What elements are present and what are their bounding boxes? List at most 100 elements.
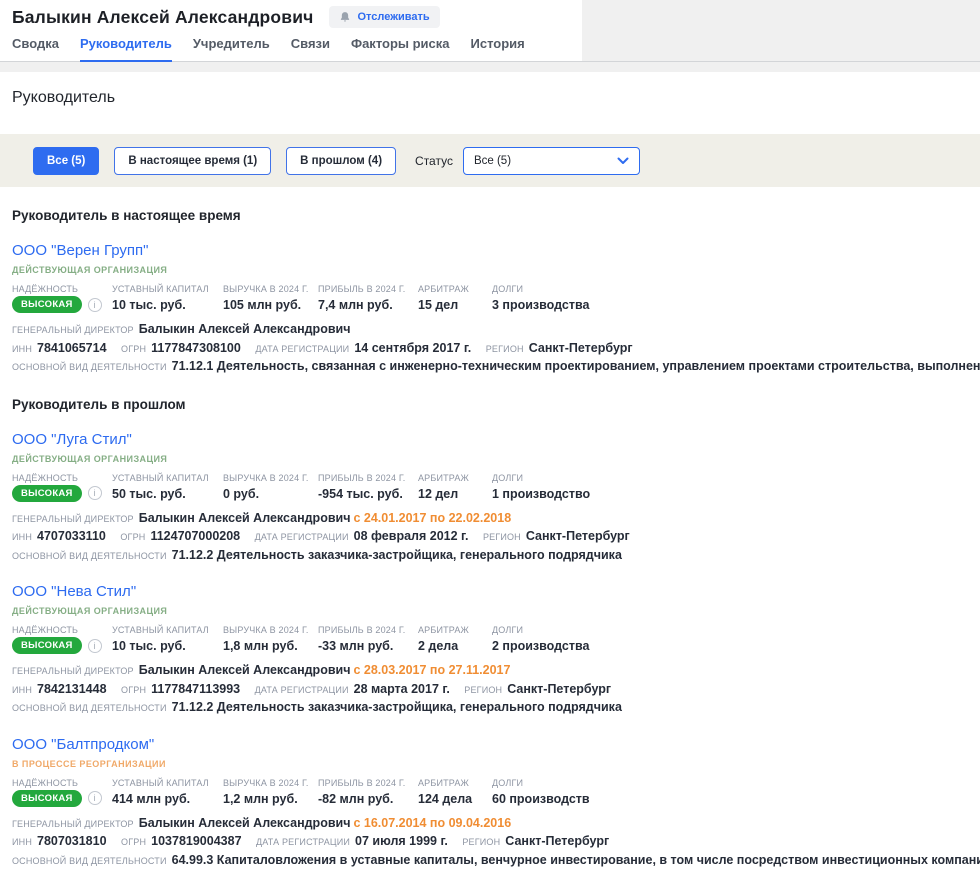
status-filter-label: Статус (415, 154, 453, 168)
region-label: РЕГИОН (483, 532, 521, 542)
stat-label-arbitration: АРБИТРАЖ (418, 473, 484, 483)
bell-icon (339, 11, 351, 23)
director-name: Балыкин Алексей Александрович (139, 511, 351, 525)
info-icon[interactable]: i (88, 298, 102, 312)
tab-rukovoditel[interactable]: Руководитель (80, 36, 172, 62)
filter-all-button[interactable]: Все (5) (33, 147, 99, 175)
person-name: Балыкин Алексей Александрович (12, 7, 313, 28)
tab-uchreditel[interactable]: Учредитель (193, 36, 270, 62)
reliability-badge: ВЫСОКАЯ (12, 296, 82, 313)
stats-row: НАДЁЖНОСТЬ ВЫСОКАЯ i УСТАВНЫЙ КАПИТАЛ50 … (12, 473, 980, 502)
stat-label-capital: УСТАВНЫЙ КАПИТАЛ (112, 473, 215, 483)
activity-row: ОСНОВНОЙ ВИД ДЕЯТЕЛЬНОСТИ71.12.2 Деятель… (12, 700, 980, 717)
main-content: Руководитель Все (5) В настоящее время (… (0, 89, 980, 869)
company-status: В ПРОЦЕССЕ РЕОРГАНИЗАЦИИ (12, 759, 980, 769)
stats-row: НАДЁЖНОСТЬ ВЫСОКАЯ i УСТАВНЫЙ КАПИТАЛ10 … (12, 625, 980, 654)
tab-svodka[interactable]: Сводка (12, 36, 59, 62)
stat-value-revenue: 1,8 млн руб. (223, 639, 310, 653)
stat-value-arbitration: 12 дел (418, 487, 484, 501)
filter-current-button[interactable]: В настоящее время (1) (114, 147, 271, 175)
company-card-neva-stil: ООО "Нева Стил" ДЕЙСТВУЮЩАЯ ОРГАНИЗАЦИЯ … (12, 583, 980, 717)
stat-value-profit: -954 тыс. руб. (318, 487, 410, 501)
stat-value-capital: 10 тыс. руб. (112, 298, 215, 312)
info-icon[interactable]: i (88, 486, 102, 500)
info-icon[interactable]: i (88, 639, 102, 653)
company-name-link[interactable]: ООО "Луга Стил" (12, 431, 132, 448)
reg-date-label: ДАТА РЕГИСТРАЦИИ (255, 685, 349, 695)
director-period: с 16.07.2014 по 09.04.2016 (353, 816, 511, 830)
tab-svyazi[interactable]: Связи (291, 36, 330, 62)
company-card-luga-stil: ООО "Луга Стил" ДЕЙСТВУЮЩАЯ ОРГАНИЗАЦИЯ … (12, 431, 980, 565)
inn-label: ИНН (12, 837, 32, 847)
registry-row: ИНН7841065714 ОГРН1177847308100 ДАТА РЕГ… (12, 341, 980, 358)
status-select[interactable]: Все (5) (463, 147, 640, 175)
sticky-header: Балыкин Алексей Александрович Отслеживат… (0, 0, 980, 62)
company-status: ДЕЙСТВУЮЩАЯ ОРГАНИЗАЦИЯ (12, 454, 980, 464)
section-title-current: Руководитель в настоящее время (12, 208, 968, 223)
ogrn-value: 1177847308100 (151, 341, 241, 355)
stat-value-revenue: 105 млн руб. (223, 298, 310, 312)
reg-date-value: 07 июля 1999 г. (355, 834, 448, 848)
reg-date-label: ДАТА РЕГИСТРАЦИИ (255, 344, 349, 354)
reliability-badge: ВЫСОКАЯ (12, 485, 82, 502)
stat-value-debts: 3 производства (492, 298, 589, 312)
tab-faktory-riska[interactable]: Факторы риска (351, 36, 450, 62)
follow-button[interactable]: Отслеживать (329, 6, 439, 28)
stat-label-capital: УСТАВНЫЙ КАПИТАЛ (112, 284, 215, 294)
region-value: Санкт-Петербург (529, 341, 633, 355)
activity-row: ОСНОВНОЙ ВИД ДЕЯТЕЛЬНОСТИ64.99.3 Капитал… (12, 853, 980, 869)
stat-value-arbitration: 2 дела (418, 639, 484, 653)
ogrn-label: ОГРН (120, 532, 145, 542)
stat-label-revenue: ВЫРУЧКА В 2024 Г. (223, 625, 310, 635)
reg-date-value: 28 марта 2017 г. (354, 682, 450, 696)
director-label: ГЕНЕРАЛЬНЫЙ ДИРЕКТОР (12, 325, 134, 335)
stat-label-debts: ДОЛГИ (492, 778, 590, 788)
activity-row: ОСНОВНОЙ ВИД ДЕЯТЕЛЬНОСТИ 71.12.1 Деятель… (12, 359, 980, 376)
region-value: Санкт-Петербург (526, 529, 630, 543)
reg-date-value: 14 сентября 2017 г. (354, 341, 471, 355)
stats-row: НАДЁЖНОСТЬ ВЫСОКАЯ i УСТАВНЫЙ КАПИТАЛ10 … (12, 284, 980, 313)
activity-label: ОСНОВНОЙ ВИД ДЕЯТЕЛЬНОСТИ (12, 551, 167, 561)
stat-label-reliability: НАДЁЖНОСТЬ (12, 625, 104, 635)
ogrn-label: ОГРН (121, 685, 146, 695)
stat-label-revenue: ВЫРУЧКА В 2024 Г. (223, 473, 310, 483)
ogrn-label: ОГРН (121, 344, 146, 354)
region-value: Санкт-Петербург (505, 834, 609, 848)
company-name-link[interactable]: ООО "Верен Групп" (12, 242, 149, 259)
activity-value: 71.12.1 Деятельность, связанная с инжене… (172, 359, 980, 373)
stat-value-debts: 60 производств (492, 792, 590, 806)
activity-label: ОСНОВНОЙ ВИД ДЕЯТЕЛЬНОСТИ (12, 856, 167, 866)
activity-row: ОСНОВНОЙ ВИД ДЕЯТЕЛЬНОСТИ71.12.2 Деятель… (12, 548, 980, 565)
inn-value: 4707033110 (37, 529, 106, 543)
director-label: ГЕНЕРАЛЬНЫЙ ДИРЕКТОР (12, 666, 134, 676)
page-title: Руководитель (12, 89, 968, 107)
reg-date-label: ДАТА РЕГИСТРАЦИИ (255, 532, 349, 542)
ogrn-value: 1037819004387 (151, 834, 241, 848)
stat-label-reliability: НАДЁЖНОСТЬ (12, 778, 104, 788)
stat-label-arbitration: АРБИТРАЖ (418, 778, 484, 788)
stat-label-reliability: НАДЁЖНОСТЬ (12, 473, 104, 483)
company-name-link[interactable]: ООО "Нева Стил" (12, 583, 136, 600)
stat-value-arbitration: 15 дел (418, 298, 484, 312)
director-name: Балыкин Алексей Александрович (139, 663, 351, 677)
director-period: с 28.03.2017 по 27.11.2017 (353, 663, 510, 677)
reg-date-label: ДАТА РЕГИСТРАЦИИ (256, 837, 350, 847)
stat-value-debts: 1 производство (492, 487, 590, 501)
tab-istoriya[interactable]: История (471, 36, 525, 62)
director-label: ГЕНЕРАЛЬНЫЙ ДИРЕКТОР (12, 514, 134, 524)
company-name-link[interactable]: ООО "Балтпродком" (12, 736, 154, 753)
director-row: ГЕНЕРАЛЬНЫЙ ДИРЕКТОР Балыкин Алексей Алек… (12, 511, 980, 528)
ogrn-value: 1124707000208 (150, 529, 240, 543)
reliability-badge: ВЫСОКАЯ (12, 637, 82, 654)
section-past-roles: Руководитель в прошлом ООО "Луга Стил" Д… (0, 397, 980, 869)
region-label: РЕГИОН (486, 344, 524, 354)
filter-past-button[interactable]: В прошлом (4) (286, 147, 396, 175)
info-icon[interactable]: i (88, 791, 102, 805)
director-name: Балыкин Алексей Александрович (139, 816, 351, 830)
inn-label: ИНН (12, 344, 32, 354)
section-title-past: Руководитель в прошлом (12, 397, 968, 412)
activity-label: ОСНОВНОЙ ВИД ДЕЯТЕЛЬНОСТИ (12, 362, 167, 372)
ogrn-label: ОГРН (121, 837, 146, 847)
stat-label-arbitration: АРБИТРАЖ (418, 284, 484, 294)
stat-label-profit: ПРИБЫЛЬ В 2024 Г. (318, 284, 410, 294)
